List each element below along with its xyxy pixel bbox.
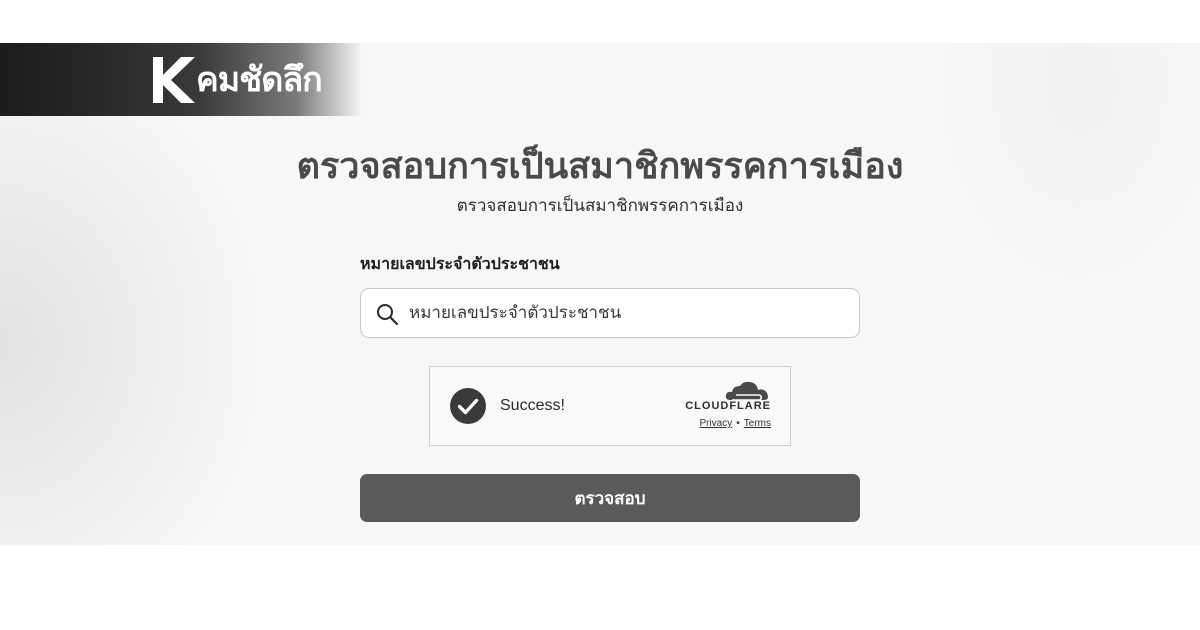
captcha-status: Success! <box>500 397 565 414</box>
page-title: ตรวจสอบการเป็นสมาชิกพรรคการเมือง <box>296 146 904 187</box>
check-button[interactable]: ตรวจสอบ <box>360 474 860 522</box>
privacy-link[interactable]: Privacy <box>699 418 732 429</box>
captcha-links: Privacy • Terms <box>699 417 771 431</box>
cloudflare-brand: CLOUDFLARE <box>685 400 771 412</box>
page-subtitle: ตรวจสอบการเป็นสมาชิกพรรคการเมือง <box>456 196 744 216</box>
link-separator: • <box>736 418 740 429</box>
id-number-input[interactable] <box>409 289 849 337</box>
id-field-label: หมายเลขประจำตัวประชาชน <box>360 254 560 273</box>
id-search-box[interactable] <box>360 288 860 338</box>
search-icon <box>377 304 399 326</box>
k-logo-icon <box>153 57 195 103</box>
check-circle-icon <box>450 388 486 424</box>
captcha-widget: Success! CLOUDFLARE Privacy • Terms <box>429 366 791 446</box>
terms-link[interactable]: Terms <box>744 418 771 429</box>
brand-logo-text: คมชัดลึก <box>196 60 323 100</box>
